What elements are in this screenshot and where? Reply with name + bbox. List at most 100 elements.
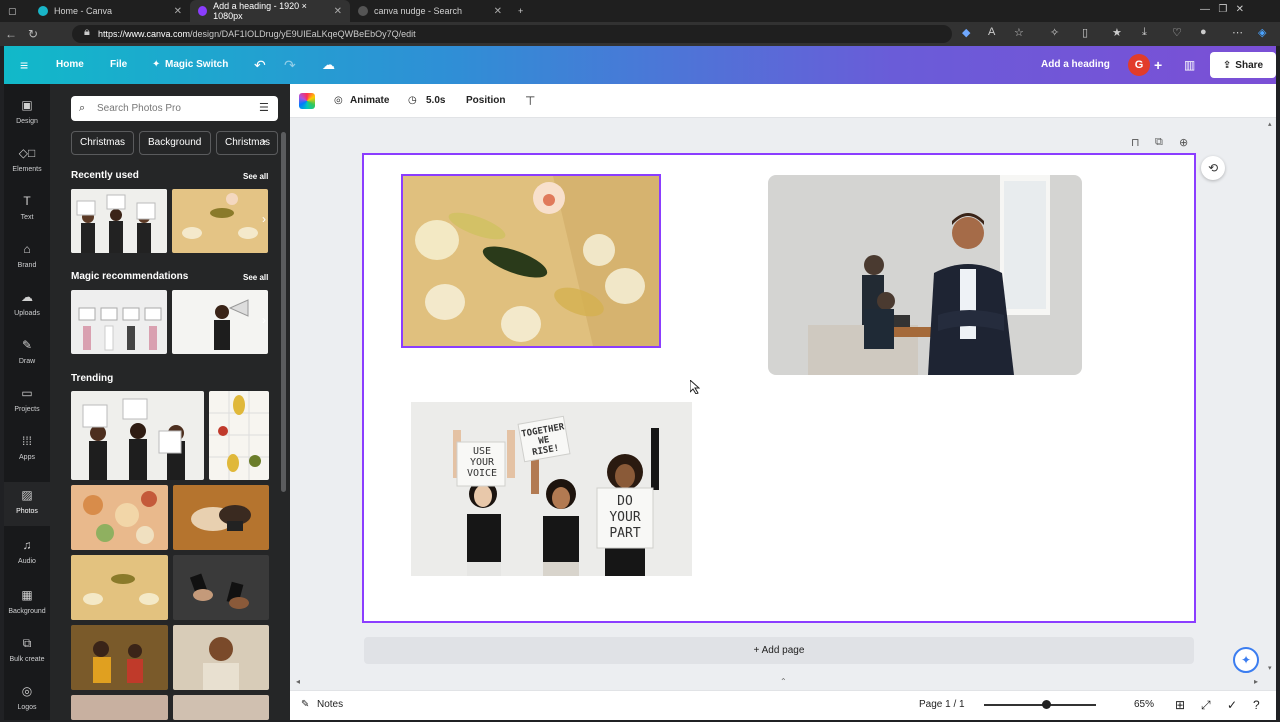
vertical-scrollbar[interactable]: ▴ ▾ bbox=[1268, 120, 1274, 676]
zoom-level[interactable]: 65% bbox=[1134, 691, 1154, 719]
browser-tab-design[interactable]: Add a heading - 1920 × 1080px ✕ bbox=[190, 0, 350, 22]
profile-icon[interactable]: ● bbox=[1200, 26, 1207, 38]
thumb-picnic-food[interactable] bbox=[71, 485, 168, 550]
thumb-more-1[interactable] bbox=[71, 695, 168, 720]
back-arrow-icon[interactable]: ← bbox=[0, 27, 22, 41]
thumb-signs-group[interactable] bbox=[71, 290, 167, 354]
undo-icon[interactable]: ↶ bbox=[254, 46, 266, 84]
chevron-right-icon[interactable]: › bbox=[262, 134, 266, 148]
add-page-button[interactable]: + Add page bbox=[364, 637, 1194, 664]
businessman-canvas-image[interactable] bbox=[768, 175, 1082, 375]
rail-item-elements[interactable]: ◇□ Elements bbox=[4, 140, 50, 184]
scroll-right-icon[interactable]: ▸ bbox=[1254, 677, 1258, 686]
magic-sparkle-icon[interactable]: ✦ bbox=[1233, 647, 1259, 673]
share-button[interactable]: ⇪ Share bbox=[1210, 52, 1276, 78]
new-tab-icon[interactable]: + bbox=[510, 0, 534, 22]
chip-background[interactable]: Background bbox=[139, 131, 211, 155]
zoom-slider-track[interactable] bbox=[984, 704, 1096, 706]
split-screen-icon[interactable]: ▯ bbox=[1082, 26, 1088, 39]
window-controls[interactable]: — ❐ ✕ bbox=[1200, 4, 1244, 15]
rail-item-bulk-create[interactable]: ⧉ Bulk create bbox=[4, 630, 50, 674]
paint-roller-icon[interactable]: ⊤ bbox=[525, 84, 535, 118]
browser-tab-home[interactable]: Home - Canva ✕ bbox=[30, 0, 190, 22]
position-button[interactable]: Position bbox=[466, 84, 505, 118]
protest-canvas-image[interactable]: USE YOUR VOICE TOGETHER WE RISE! DO YOUR… bbox=[411, 402, 692, 576]
rail-item-audio[interactable]: ♫ Audio bbox=[4, 532, 50, 576]
thumb-fruit-grid[interactable] bbox=[209, 391, 269, 480]
chevron-up-icon[interactable]: ⌃ bbox=[780, 677, 787, 686]
comment-refresh-icon[interactable]: ⟲ bbox=[1201, 156, 1225, 180]
thumb-couple-sofa[interactable] bbox=[173, 485, 269, 550]
chip-christmas-2[interactable]: Christmas bbox=[216, 131, 278, 155]
design-page[interactable]: USE YOUR VOICE TOGETHER WE RISE! DO YOUR… bbox=[362, 153, 1196, 623]
design-title[interactable]: Add a heading bbox=[1041, 46, 1110, 84]
thumb-smiling-man[interactable] bbox=[173, 625, 269, 690]
rail-item-photos[interactable]: ▨ Photos bbox=[4, 482, 50, 526]
close-icon[interactable]: ✕ bbox=[494, 6, 502, 17]
see-all-recent-link[interactable]: See all bbox=[243, 172, 268, 181]
rail-item-text[interactable]: T Text bbox=[4, 188, 50, 232]
add-page-icon[interactable]: ⊕ bbox=[1179, 136, 1188, 149]
rail-item-draw[interactable]: ✎ Draw bbox=[4, 332, 50, 376]
duration-button[interactable]: 5.0s bbox=[426, 84, 445, 118]
duplicate-page-icon[interactable]: ⧉ bbox=[1155, 136, 1163, 149]
fullscreen-icon[interactable]: ⤢ bbox=[1201, 691, 1211, 719]
close-icon[interactable]: ✕ bbox=[174, 6, 182, 17]
address-input[interactable]: https://www.canva.com/design/DAF1IOLDrug… bbox=[72, 25, 952, 43]
thumb-megaphone-woman[interactable] bbox=[172, 290, 268, 354]
favorite-star-icon[interactable]: ☆ bbox=[1014, 26, 1024, 39]
filter-sliders-icon[interactable]: ☰ bbox=[259, 96, 269, 121]
chevron-right-icon[interactable]: › bbox=[262, 212, 266, 226]
tag-icon[interactable]: ◆ bbox=[962, 26, 970, 39]
file-menu-button[interactable]: File bbox=[110, 46, 127, 84]
notes-button[interactable]: Notes bbox=[317, 691, 343, 719]
thumb-wine-glasses-2[interactable] bbox=[71, 555, 168, 620]
thumb-wine-glasses[interactable] bbox=[172, 189, 268, 253]
thumb-protest-women[interactable] bbox=[71, 189, 167, 253]
search-input[interactable]: ⌕ Search Photos Pro ☰ bbox=[71, 96, 278, 121]
horizontal-scrollbar[interactable]: ◂ ⌃ ▸ bbox=[296, 677, 1266, 688]
more-icon[interactable]: ⋯ bbox=[1232, 26, 1243, 39]
browser-tab-search[interactable]: canva nudge - Search ✕ bbox=[350, 0, 510, 22]
browser-menu-icon[interactable]: ▢ bbox=[0, 0, 30, 22]
close-icon[interactable]: ✕ bbox=[334, 6, 342, 17]
rail-item-projects[interactable]: ▭ Projects bbox=[4, 380, 50, 424]
scroll-up-icon[interactable]: ▴ bbox=[1268, 120, 1272, 128]
favorites-icon[interactable]: ★ bbox=[1112, 26, 1122, 39]
check-circle-icon[interactable]: ✓ bbox=[1227, 691, 1237, 719]
chip-christmas[interactable]: Christmas bbox=[71, 131, 134, 155]
home-button[interactable]: Home bbox=[56, 46, 84, 84]
copilot-icon[interactable]: ◈ bbox=[1258, 26, 1266, 39]
rail-item-uploads[interactable]: ☁ Uploads bbox=[4, 284, 50, 328]
page-indicator[interactable]: Page 1 / 1 bbox=[919, 691, 965, 719]
redo-icon[interactable]: ↷ bbox=[284, 46, 296, 84]
extensions-icon[interactable]: ✧ bbox=[1050, 26, 1059, 39]
help-icon[interactable]: ? bbox=[1253, 691, 1260, 719]
download-icon[interactable]: ⤓ bbox=[1142, 26, 1147, 39]
chevron-right-icon[interactable]: › bbox=[262, 313, 266, 327]
rail-item-logos[interactable]: ◎ Logos bbox=[4, 678, 50, 722]
magic-switch-button[interactable]: Magic Switch bbox=[165, 46, 228, 84]
grid-view-icon[interactable]: ⊞ bbox=[1175, 691, 1185, 719]
thumb-hands-phones[interactable] bbox=[173, 555, 269, 620]
thumb-family-picnic[interactable] bbox=[71, 625, 168, 690]
hamburger-menu-icon[interactable]: ≡ bbox=[20, 46, 28, 84]
color-palette-icon[interactable] bbox=[299, 93, 315, 109]
animate-button[interactable]: Animate bbox=[350, 84, 389, 118]
see-all-magic-link[interactable]: See all bbox=[243, 273, 268, 282]
thumb-trending-protest[interactable] bbox=[71, 391, 204, 480]
wine-glasses-canvas-image[interactable] bbox=[401, 174, 661, 348]
scroll-left-icon[interactable]: ◂ bbox=[296, 677, 300, 686]
heart-icon[interactable]: ♡ bbox=[1172, 26, 1182, 39]
rail-item-apps[interactable]: ⁞⁞⁞ Apps bbox=[4, 428, 50, 472]
scroll-down-icon[interactable]: ▾ bbox=[1268, 664, 1272, 672]
insights-chart-icon[interactable]: ▥ bbox=[1184, 46, 1195, 84]
rail-item-brand[interactable]: ⌂ Brand bbox=[4, 236, 50, 280]
reload-icon[interactable]: ↻ bbox=[22, 27, 44, 41]
add-collaborator-icon[interactable]: + bbox=[1154, 46, 1162, 84]
avatar[interactable]: G bbox=[1128, 54, 1150, 76]
panel-scrollbar[interactable] bbox=[281, 132, 286, 492]
thumb-more-2[interactable] bbox=[173, 695, 269, 720]
lock-page-icon[interactable]: ⊓ bbox=[1131, 136, 1140, 149]
rail-item-design[interactable]: ▣ Design bbox=[4, 92, 50, 136]
